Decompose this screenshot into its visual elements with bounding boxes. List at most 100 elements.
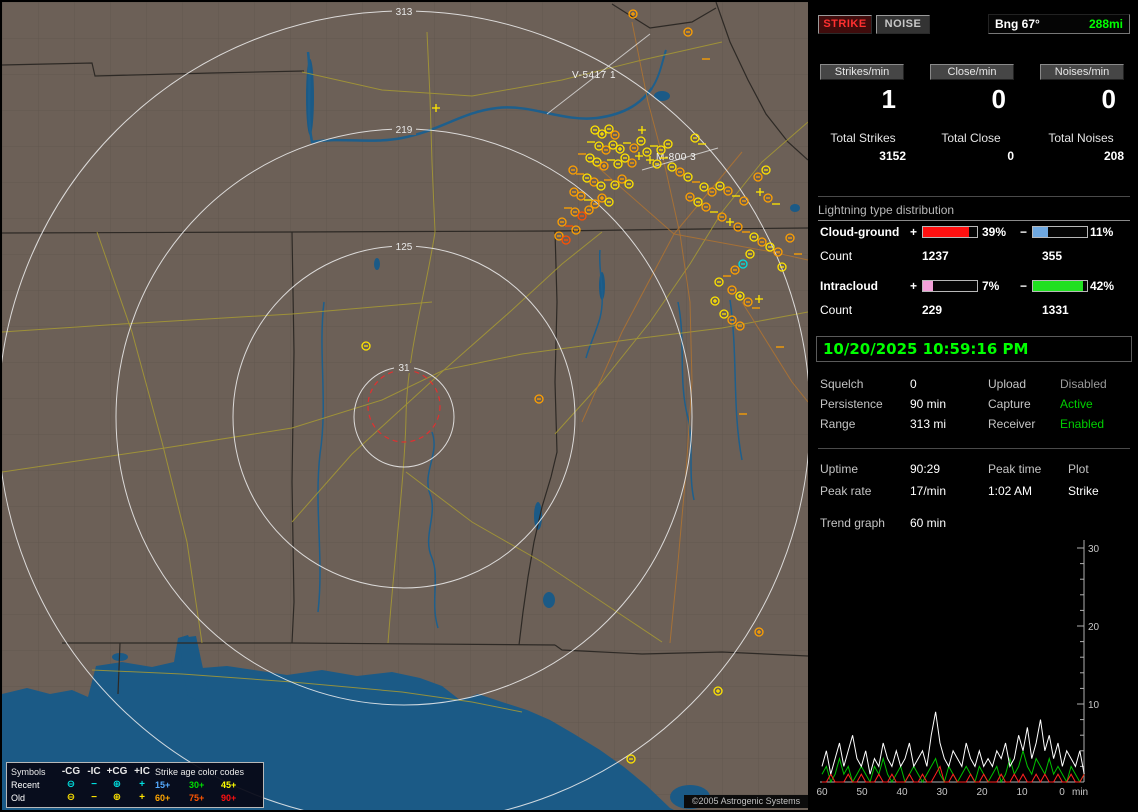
close-per-min-value: 0 <box>991 84 1006 114</box>
noises-per-min-header[interactable]: Noises/min <box>1040 64 1124 80</box>
peak-rate-label: Peak rate <box>820 484 872 498</box>
intracloud-label: Intracloud <box>820 279 879 293</box>
plus-sign: + <box>910 225 918 239</box>
cg-positive-bar <box>922 226 978 238</box>
age-code-90: 90+ <box>221 792 237 803</box>
x-tick-0: 0 <box>1059 787 1065 798</box>
strike-toggle-button[interactable]: STRIKE <box>818 15 872 34</box>
x-tick-30: 30 <box>936 787 948 798</box>
cloud-ground-count-row: Count 1237 355 <box>810 249 1138 265</box>
trend-series-close <box>822 765 1085 784</box>
peak-time-label: Peak time <box>988 462 1042 476</box>
ring-label-313: 313 <box>396 7 413 18</box>
neg-cg-recent-icon: ⊖ <box>66 779 76 790</box>
plus-sign: + <box>910 279 918 293</box>
plot-value: Strike <box>1068 484 1099 498</box>
cg-negative-bar <box>1032 226 1088 238</box>
plot-label: Plot <box>1068 462 1089 476</box>
ic-negative-bar-fill <box>1033 281 1083 291</box>
total-noises-value: 208 <box>1103 149 1124 163</box>
count-label: Count <box>820 303 853 317</box>
ic-negative-pct: 42% <box>1090 279 1115 293</box>
trend-graph-label: Trend graph <box>820 516 885 530</box>
trend-series-strikes <box>821 711 1085 775</box>
ring-label-31: 31 <box>398 363 410 374</box>
total-noises-label: Total Noises <box>1048 131 1114 145</box>
bearing-value: Bng 67° <box>995 17 1040 31</box>
pos-ic-old-icon: + <box>139 792 145 803</box>
divider <box>818 196 1130 197</box>
ic-positive-pct: 7% <box>982 279 1000 293</box>
age-code-45: 45+ <box>221 779 237 790</box>
cg-positive-count: 1237 <box>922 249 949 263</box>
total-close-value: 0 <box>1007 149 1014 163</box>
copyright-notice: ©2005 Astrogenic Systems <box>684 795 808 808</box>
cloud-ground-row: Cloud-ground + 39% − 11% <box>810 225 1138 241</box>
cloud-ground-label: Cloud-ground <box>820 225 900 239</box>
squelch-label: Squelch <box>820 377 864 391</box>
stats-row: Peak rate 17/min 1:02 AM Strike <box>810 484 1138 502</box>
total-strikes-value: 3152 <box>879 149 906 163</box>
legend-header-symbols: Symbols <box>11 766 46 777</box>
cg-positive-pct: 39% <box>982 225 1007 239</box>
minus-sign: − <box>1020 225 1028 239</box>
ic-positive-bar <box>922 280 978 292</box>
storm-cell-label: V-5417 1 <box>572 70 616 81</box>
upload-status: Disabled <box>1060 377 1107 391</box>
ic-negative-count: 1331 <box>1042 303 1069 317</box>
bearing-display: Bng 67° 288mi <box>988 14 1130 34</box>
age-code-60: 60+ <box>155 792 171 803</box>
count-label: Count <box>820 249 853 263</box>
legend-header-neg-cg: -CG <box>61 766 81 777</box>
strikes-per-min-header[interactable]: Strikes/min <box>820 64 904 80</box>
age-code-15: 15+ <box>155 779 171 790</box>
ring-label-125: 125 <box>396 242 413 253</box>
range-value: 313 mi <box>910 417 947 431</box>
age-code-75: 75+ <box>189 792 205 803</box>
cg-positive-bar-fill <box>923 227 970 237</box>
x-tick-50: 50 <box>856 787 868 798</box>
stats-row: Uptime 90:29 Peak time Plot <box>810 462 1138 480</box>
lightning-map: 313 219 125 31 V-5417 1 M-800 3 <box>2 2 808 810</box>
x-unit-label: min <box>1072 787 1088 798</box>
range-label: Range <box>820 417 856 431</box>
intracloud-row: Intracloud + 7% − 42% <box>810 279 1138 295</box>
legend-header-pos-cg: +CG <box>106 766 128 777</box>
persistence-label: Persistence <box>820 397 883 411</box>
datetime-display: 10/20/2025 10:59:16 PM <box>816 336 1132 362</box>
ic-negative-bar <box>1032 280 1088 292</box>
bearing-range-value: 288mi <box>1088 17 1123 31</box>
legend-header-neg-ic: -IC <box>87 766 101 777</box>
squelch-value: 0 <box>910 377 917 391</box>
y-tick-30: 30 <box>1088 544 1100 555</box>
divider <box>818 448 1130 449</box>
capture-label: Capture <box>988 397 1031 411</box>
x-tick-40: 40 <box>896 787 908 798</box>
close-per-min-header[interactable]: Close/min <box>930 64 1014 80</box>
ic-positive-bar-fill <box>923 281 933 291</box>
neg-ic-old-icon: − <box>91 792 97 803</box>
intracloud-count-row: Count 229 1331 <box>810 303 1138 319</box>
peak-time-value: 1:02 AM <box>988 484 1033 498</box>
map-panel: 313 219 125 31 V-5417 1 M-800 3 Symbols … <box>2 2 808 810</box>
x-tick-10: 10 <box>1016 787 1028 798</box>
settings-row: Persistence 90 min Capture Active <box>810 397 1138 415</box>
map-legend: Symbols -CG -IC +CG +IC Strike age color… <box>6 762 264 808</box>
total-close-label: Total Close <box>941 131 1001 145</box>
pos-cg-old-icon: ⊕ <box>112 792 122 803</box>
total-strikes-label: Total Strikes <box>830 131 896 145</box>
trend-header-row: Trend graph 60 min <box>810 516 1138 534</box>
receiver-status: Enabled <box>1060 417 1105 431</box>
persistence-value: 90 min <box>910 397 947 411</box>
y-tick-20: 20 <box>1088 622 1100 633</box>
cg-negative-bar-fill <box>1033 227 1049 237</box>
ring-label-219: 219 <box>396 125 413 136</box>
cg-negative-count: 355 <box>1042 249 1063 263</box>
legend-row-old-label: Old <box>11 792 26 803</box>
noise-toggle-button[interactable]: NOISE <box>876 15 930 34</box>
settings-row: Range 313 mi Receiver Enabled <box>810 417 1138 435</box>
minus-sign: − <box>1020 279 1028 293</box>
neg-cg-old-icon: ⊖ <box>66 792 76 803</box>
trend-traces <box>821 711 1085 784</box>
ic-positive-count: 229 <box>922 303 943 317</box>
